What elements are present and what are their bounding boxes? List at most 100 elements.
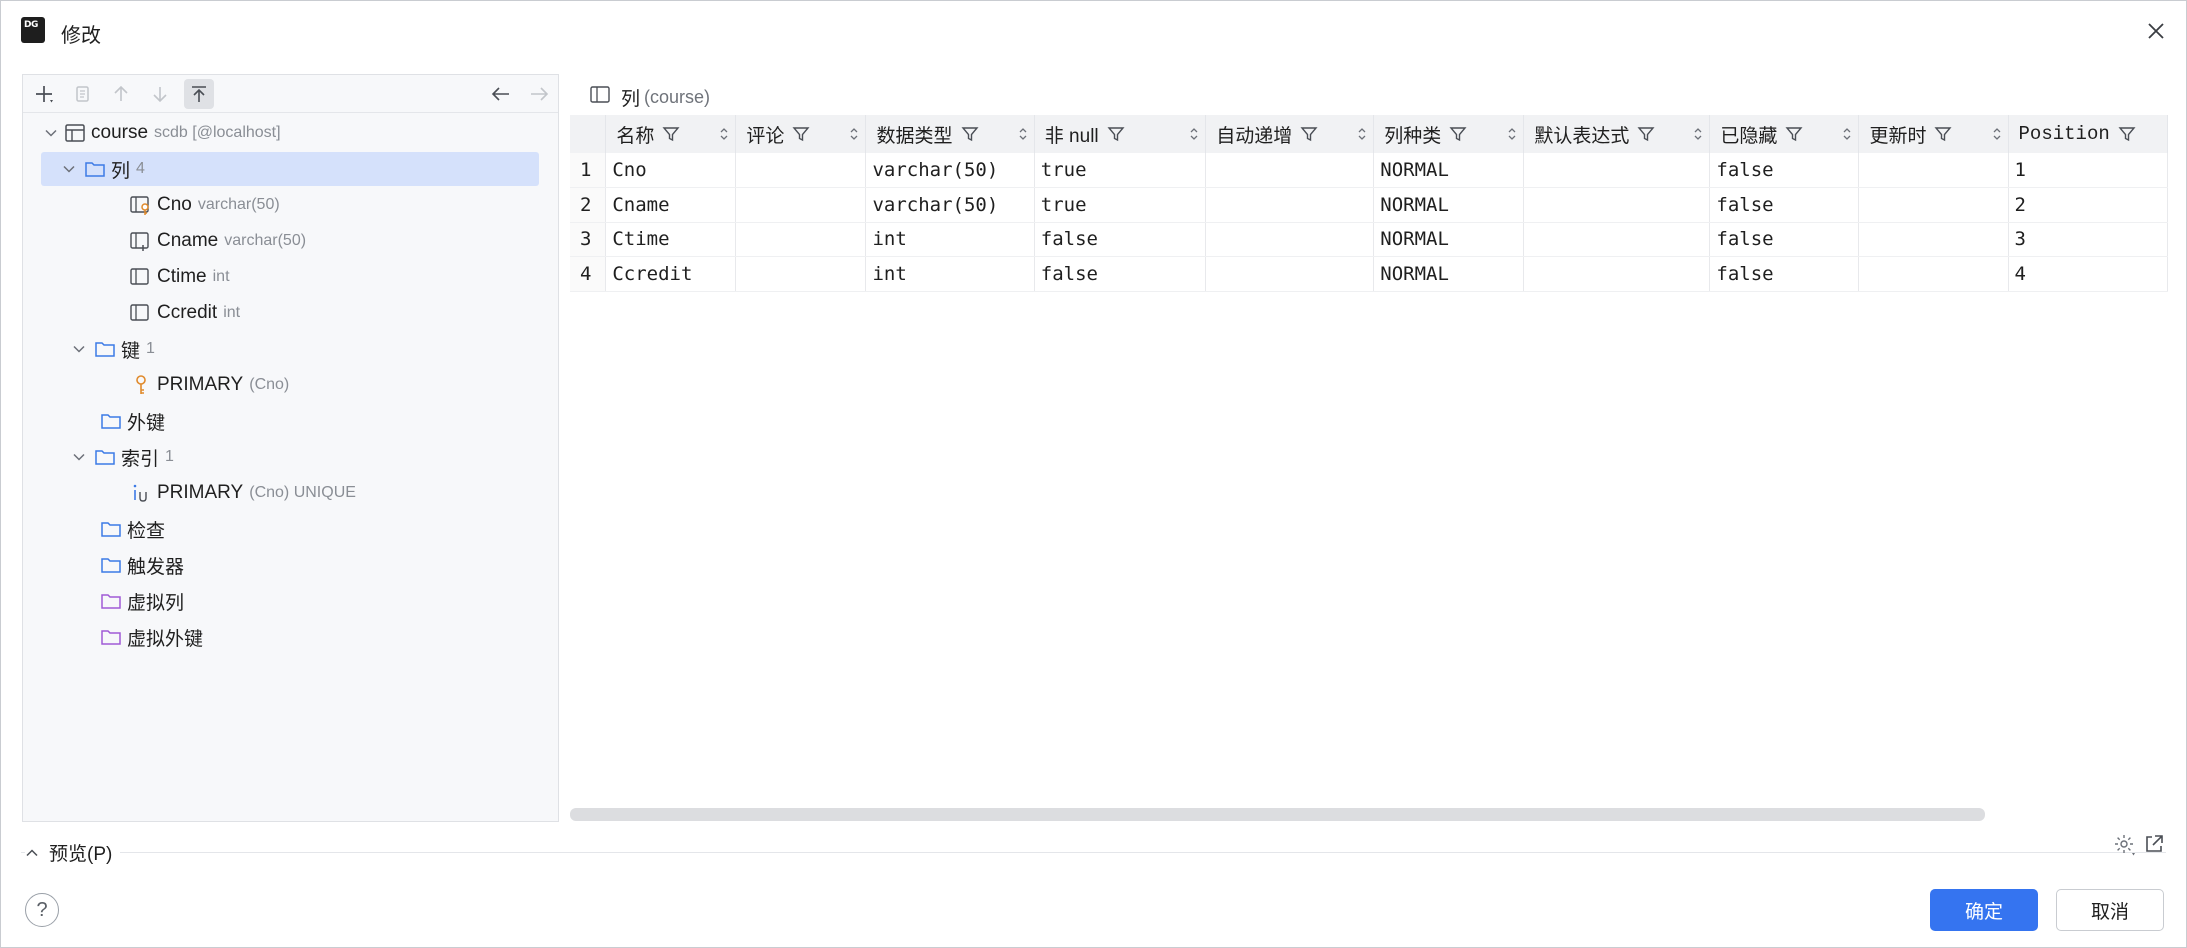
grid-cell[interactable]: Ccredit bbox=[605, 256, 737, 292]
grid-cell[interactable]: false bbox=[1709, 187, 1860, 223]
chevron-down-icon[interactable] bbox=[71, 341, 87, 357]
table-row[interactable]: 2 Cname varchar(50) true NORMAL false 2 bbox=[570, 187, 2168, 223]
column-header[interactable]: 非 null bbox=[1034, 115, 1207, 153]
filter-icon[interactable] bbox=[662, 125, 680, 143]
column-header[interactable]: 评论 bbox=[735, 115, 867, 153]
close-button[interactable] bbox=[2140, 15, 2172, 47]
tree-node-key[interactable]: PRIMARY (Cno) bbox=[23, 368, 558, 402]
sort-icon[interactable] bbox=[1189, 126, 1199, 142]
grid-cell[interactable]: false bbox=[1709, 222, 1860, 257]
column-header[interactable]: 已隐藏 bbox=[1709, 115, 1860, 153]
grid-cell[interactable]: int bbox=[865, 256, 1035, 292]
grid-cell[interactable]: 4 bbox=[2008, 256, 2168, 292]
tree-node-column[interactable]: Cno varchar(50) bbox=[23, 188, 558, 222]
preview-toggle[interactable]: 预览(P) bbox=[25, 839, 121, 866]
help-button[interactable]: ? bbox=[25, 893, 59, 927]
grid-cell[interactable] bbox=[735, 222, 867, 257]
horizontal-scrollbar[interactable] bbox=[570, 808, 1985, 821]
forward-button[interactable] bbox=[524, 79, 554, 109]
grid-cell[interactable]: false bbox=[1034, 222, 1207, 257]
column-header[interactable]: 列种类 bbox=[1373, 115, 1525, 153]
tree-node-triggers-folder[interactable]: 触发器 bbox=[23, 548, 558, 582]
filter-icon[interactable] bbox=[1300, 125, 1318, 143]
column-header[interactable]: 数据类型 bbox=[865, 115, 1035, 153]
sort-icon[interactable] bbox=[719, 126, 729, 142]
tree-node-checks-folder[interactable]: 检查 bbox=[23, 512, 558, 546]
table-row[interactable]: 3 Ctime int false NORMAL false 3 bbox=[570, 222, 2168, 257]
tree-node-table[interactable]: course scdb [@localhost] bbox=[23, 116, 558, 150]
filter-icon[interactable] bbox=[1637, 125, 1655, 143]
sort-icon[interactable] bbox=[1842, 126, 1852, 142]
chevron-down-icon[interactable] bbox=[43, 125, 59, 141]
grid-cell[interactable]: NORMAL bbox=[1373, 153, 1525, 188]
filter-icon[interactable] bbox=[1934, 125, 1952, 143]
table-row[interactable]: 4 Ccredit int false NORMAL false 4 bbox=[570, 256, 2168, 292]
tree-node-indexes-folder[interactable]: 索引 1 bbox=[23, 440, 558, 474]
tree-node-column[interactable]: Cname varchar(50) bbox=[23, 224, 558, 258]
tree-node-column[interactable]: Ccredit int bbox=[23, 296, 558, 330]
sort-icon[interactable] bbox=[849, 126, 859, 142]
grid-cell[interactable]: varchar(50) bbox=[865, 153, 1035, 188]
sort-icon[interactable] bbox=[1018, 126, 1028, 142]
filter-icon[interactable] bbox=[1785, 125, 1803, 143]
filter-icon[interactable] bbox=[1107, 125, 1125, 143]
column-header[interactable]: 名称 bbox=[605, 115, 737, 153]
grid-cell[interactable] bbox=[735, 256, 867, 292]
grid-cell[interactable]: false bbox=[1709, 153, 1860, 188]
grid-cell[interactable] bbox=[1205, 222, 1375, 257]
tree-node-keys-folder[interactable]: 键 1 bbox=[23, 332, 558, 366]
grid-cell[interactable] bbox=[735, 187, 867, 223]
grid-cell[interactable]: 2 bbox=[2008, 187, 2168, 223]
grid-cell[interactable]: false bbox=[1709, 256, 1860, 292]
chevron-down-icon[interactable] bbox=[61, 161, 77, 177]
table-row[interactable]: 1 Cno varchar(50) true NORMAL false 1 bbox=[570, 153, 2168, 188]
grid-cell[interactable]: 3 bbox=[2008, 222, 2168, 257]
grid-cell[interactable] bbox=[1205, 256, 1375, 292]
grid-cell[interactable] bbox=[1523, 222, 1711, 257]
copy-button[interactable] bbox=[67, 79, 97, 109]
move-to-top-button[interactable] bbox=[184, 79, 214, 109]
filter-icon[interactable] bbox=[960, 125, 979, 143]
tree-node-column[interactable]: Ctime int bbox=[23, 260, 558, 294]
sort-icon[interactable] bbox=[1357, 126, 1367, 142]
grid-cell[interactable] bbox=[1858, 153, 2009, 188]
sort-icon[interactable] bbox=[1693, 126, 1703, 142]
grid-cell[interactable]: Cno bbox=[605, 153, 737, 188]
grid-cell[interactable] bbox=[1205, 153, 1375, 188]
back-button[interactable] bbox=[486, 79, 516, 109]
column-header[interactable]: 默认表达式 bbox=[1523, 115, 1711, 153]
sort-icon[interactable] bbox=[1507, 126, 1517, 142]
sort-icon[interactable] bbox=[1992, 126, 2002, 142]
grid-cell[interactable]: NORMAL bbox=[1373, 222, 1525, 257]
grid-cell[interactable]: NORMAL bbox=[1373, 187, 1525, 223]
move-down-button[interactable] bbox=[145, 79, 175, 109]
grid-cell[interactable]: false bbox=[1034, 256, 1207, 292]
grid-cell[interactable] bbox=[1523, 153, 1711, 188]
filter-icon[interactable] bbox=[2118, 125, 2136, 143]
tree-node-foreign-keys-folder[interactable]: 外键 bbox=[23, 404, 558, 438]
grid-cell[interactable] bbox=[1523, 187, 1711, 223]
move-up-button[interactable] bbox=[106, 79, 136, 109]
grid-cell[interactable] bbox=[1523, 256, 1711, 292]
grid-cell[interactable] bbox=[1858, 256, 2009, 292]
grid-cell[interactable] bbox=[1205, 187, 1375, 223]
grid-cell[interactable]: Ctime bbox=[605, 222, 737, 257]
filter-icon[interactable] bbox=[1449, 125, 1467, 143]
grid-cell[interactable] bbox=[1858, 187, 2009, 223]
tree-node-virtual-columns-folder[interactable]: 虚拟列 bbox=[23, 584, 558, 618]
cancel-button[interactable]: 取消 bbox=[2056, 889, 2164, 931]
add-button[interactable] bbox=[29, 79, 59, 109]
tree-node-index[interactable]: PRIMARY (Cno) UNIQUE bbox=[23, 476, 558, 510]
settings-button[interactable] bbox=[2113, 833, 2137, 863]
grid-cell[interactable]: 1 bbox=[2008, 153, 2168, 188]
grid-cell[interactable]: varchar(50) bbox=[865, 187, 1035, 223]
tree-node-virtual-fk-folder[interactable]: 虚拟外键 bbox=[23, 620, 558, 654]
open-in-window-button[interactable] bbox=[2143, 833, 2165, 861]
grid-cell[interactable]: true bbox=[1034, 187, 1207, 223]
grid-cell[interactable]: int bbox=[865, 222, 1035, 257]
column-header[interactable]: 自动递增 bbox=[1205, 115, 1375, 153]
filter-icon[interactable] bbox=[792, 125, 810, 143]
grid-cell[interactable]: NORMAL bbox=[1373, 256, 1525, 292]
column-header[interactable]: 更新时 bbox=[1858, 115, 2009, 153]
grid-cell[interactable]: true bbox=[1034, 153, 1207, 188]
